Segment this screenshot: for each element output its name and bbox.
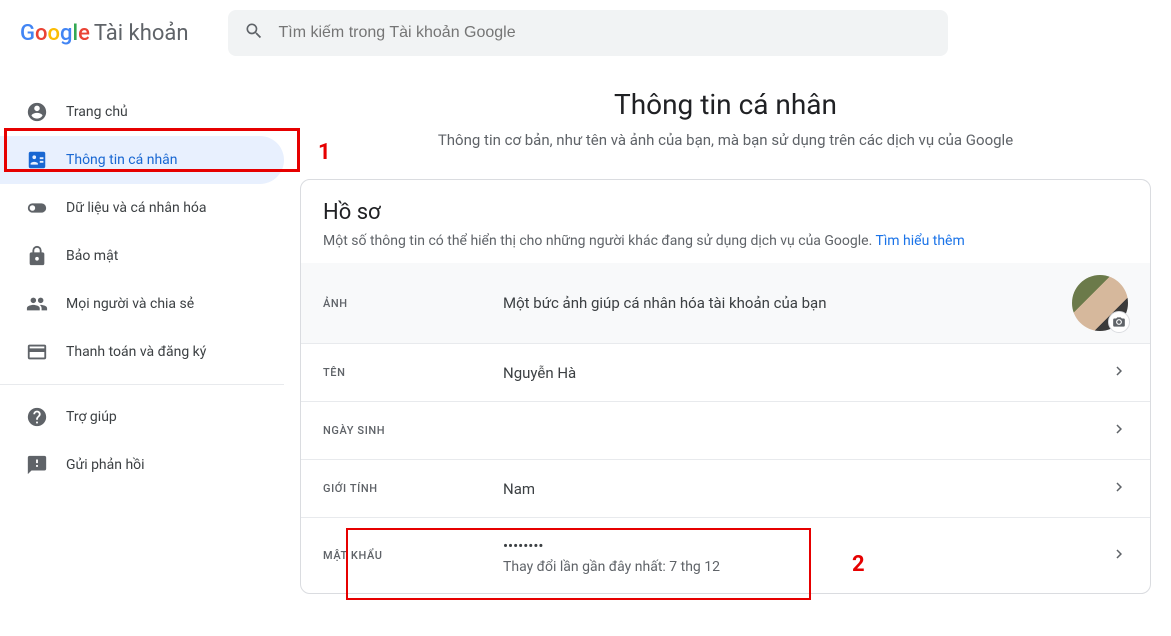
sidebar-item-feedback[interactable]: Gửi phản hồi [0, 441, 284, 489]
sidebar-item-label: Mọi người và chia sẻ [66, 296, 194, 312]
learn-more-link[interactable]: Tìm hiểu thêm [875, 233, 964, 249]
page-subtitle: Thông tin cơ bản, như tên và ảnh của bạn… [300, 131, 1151, 149]
password-changed: Thay đổi lần gần đây nhất: 7 thg 12 [503, 559, 1110, 575]
sidebar-item-label: Trợ giúp [66, 409, 117, 425]
profile-card-title: Hồ sơ [323, 200, 1128, 225]
sidebar-divider [0, 384, 284, 385]
profile-card-subtitle: Một số thông tin có thể hiển thị cho nhữ… [323, 233, 1128, 249]
profile-row-password[interactable]: MẬT KHẨU •••••••• Thay đổi lần gần đây n… [301, 517, 1150, 593]
avatar[interactable] [1072, 275, 1128, 331]
sidebar-item-security[interactable]: Bảo mật [0, 232, 284, 280]
sidebar-item-data-personalization[interactable]: Dữ liệu và cá nhân hóa [0, 184, 284, 232]
row-value: Nguyễn Hà [503, 364, 1110, 382]
sidebar-item-label: Dữ liệu và cá nhân hóa [66, 200, 207, 216]
row-label: ẢNH [323, 297, 503, 310]
sidebar-item-label: Thanh toán và đăng ký [66, 344, 206, 360]
sidebar-item-label: Thông tin cá nhân [66, 152, 178, 168]
sidebar-item-label: Gửi phản hồi [66, 457, 145, 473]
sidebar-item-label: Bảo mật [66, 248, 118, 264]
camera-icon [1108, 311, 1130, 333]
chevron-right-icon [1110, 478, 1128, 500]
sidebar-item-people-sharing[interactable]: Mọi người và chia sẻ [0, 280, 284, 328]
sidebar-item-payments-subscriptions[interactable]: Thanh toán và đăng ký [0, 328, 284, 376]
profile-card-head: Hồ sơ Một số thông tin có thể hiển thị c… [301, 180, 1150, 263]
logo-account-text: Tài khoản [94, 21, 189, 46]
row-label: GIỚI TÍNH [323, 482, 503, 495]
sidebar-item-home[interactable]: Trang chủ [0, 88, 284, 136]
header: Google Tài khoản [0, 0, 1171, 66]
password-dots: •••••••• [503, 537, 1110, 555]
profile-row-photo[interactable]: ẢNH Một bức ảnh giúp cá nhân hóa tài kho… [301, 263, 1150, 343]
row-label: MẬT KHẨU [323, 549, 503, 562]
row-label: NGÀY SINH [323, 424, 503, 437]
sidebar-item-label: Trang chủ [66, 104, 128, 120]
search-bar[interactable] [228, 10, 948, 56]
search-icon [244, 21, 264, 45]
profile-row-name[interactable]: TÊN Nguyễn Hà [301, 343, 1150, 401]
row-value: •••••••• Thay đổi lần gần đây nhất: 7 th… [503, 537, 1110, 575]
chevron-right-icon [1110, 362, 1128, 384]
main-content: Thông tin cá nhân Thông tin cơ bản, như … [300, 66, 1171, 594]
row-value: Một bức ảnh giúp cá nhân hóa tài khoản c… [503, 294, 1072, 312]
sidebar-item-help[interactable]: Trợ giúp [0, 393, 284, 441]
chevron-right-icon [1110, 420, 1128, 442]
logo[interactable]: Google Tài khoản [20, 21, 188, 46]
sidebar-item-personal-info[interactable]: Thông tin cá nhân [0, 136, 284, 184]
profile-card: Hồ sơ Một số thông tin có thể hiển thị c… [300, 179, 1151, 594]
row-value: Nam [503, 480, 1110, 498]
sidebar: Trang chủ Thông tin cá nhân Dữ liệu và c… [0, 66, 300, 594]
search-input[interactable] [278, 24, 932, 42]
chevron-right-icon [1110, 545, 1128, 567]
profile-row-dob[interactable]: NGÀY SINH [301, 401, 1150, 459]
google-logo: Google [20, 21, 90, 46]
profile-row-gender[interactable]: GIỚI TÍNH Nam [301, 459, 1150, 517]
page-title: Thông tin cá nhân [300, 88, 1151, 121]
row-label: TÊN [323, 366, 503, 379]
